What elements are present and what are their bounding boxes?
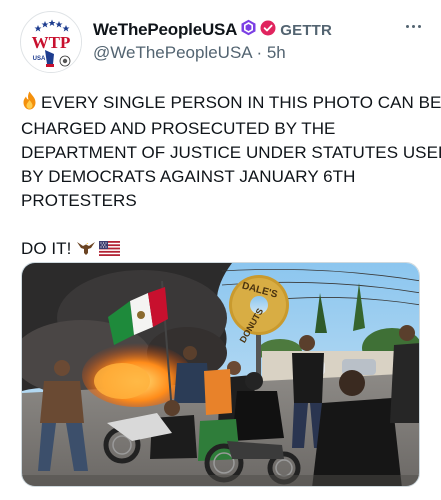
post-photo[interactable]: DALE'S DONUTS [21, 262, 420, 487]
post-text-line: CHARGED AND PROSECUTED BY THE [21, 119, 336, 138]
platform-label: GETTR [280, 21, 333, 39]
more-options-icon[interactable] [401, 16, 425, 36]
post-text-line: PROTESTERS [21, 191, 137, 210]
post-timestamp[interactable]: 5h [267, 43, 286, 62]
author-name-row: WeThePeopleUSA GETTR [93, 19, 332, 41]
svg-text:WTP: WTP [32, 33, 71, 52]
post-text-line: BY DEMOCRATS AGAINST JANUARY 6TH [21, 167, 356, 186]
call-to-action-line: DO IT! [21, 237, 425, 263]
eagle-icon [76, 239, 96, 263]
separator-dot: · [256, 43, 263, 62]
post-text-line: DEPARTMENT OF JUSTICE UNDER STATUTES USE… [21, 143, 441, 162]
wtp-logo: WTP USA [22, 13, 81, 72]
author-handle-row: @WeThePeopleUSA · 5h [93, 43, 286, 63]
post-text: EVERY SINGLE PERSON IN THIS PHOTO CAN BE… [21, 91, 441, 263]
author-display-name[interactable]: WeThePeopleUSA [93, 20, 237, 40]
us-flag-icon [99, 239, 121, 263]
post-text-line: EVERY SINGLE PERSON IN THIS PHOTO CAN BE [21, 91, 441, 117]
author-handle[interactable]: @WeThePeopleUSA [93, 43, 252, 62]
verified-badge-icon [260, 20, 276, 41]
fire-icon [21, 91, 38, 117]
post-card[interactable]: WTP USA WeThePeopleUSA GETTR @WeThePeopl… [0, 0, 441, 500]
street-scene-photo: DALE'S DONUTS [22, 263, 419, 486]
hexagon-badge-icon [240, 19, 257, 41]
avatar[interactable]: WTP USA [20, 11, 82, 73]
svg-text:USA: USA [33, 56, 46, 62]
